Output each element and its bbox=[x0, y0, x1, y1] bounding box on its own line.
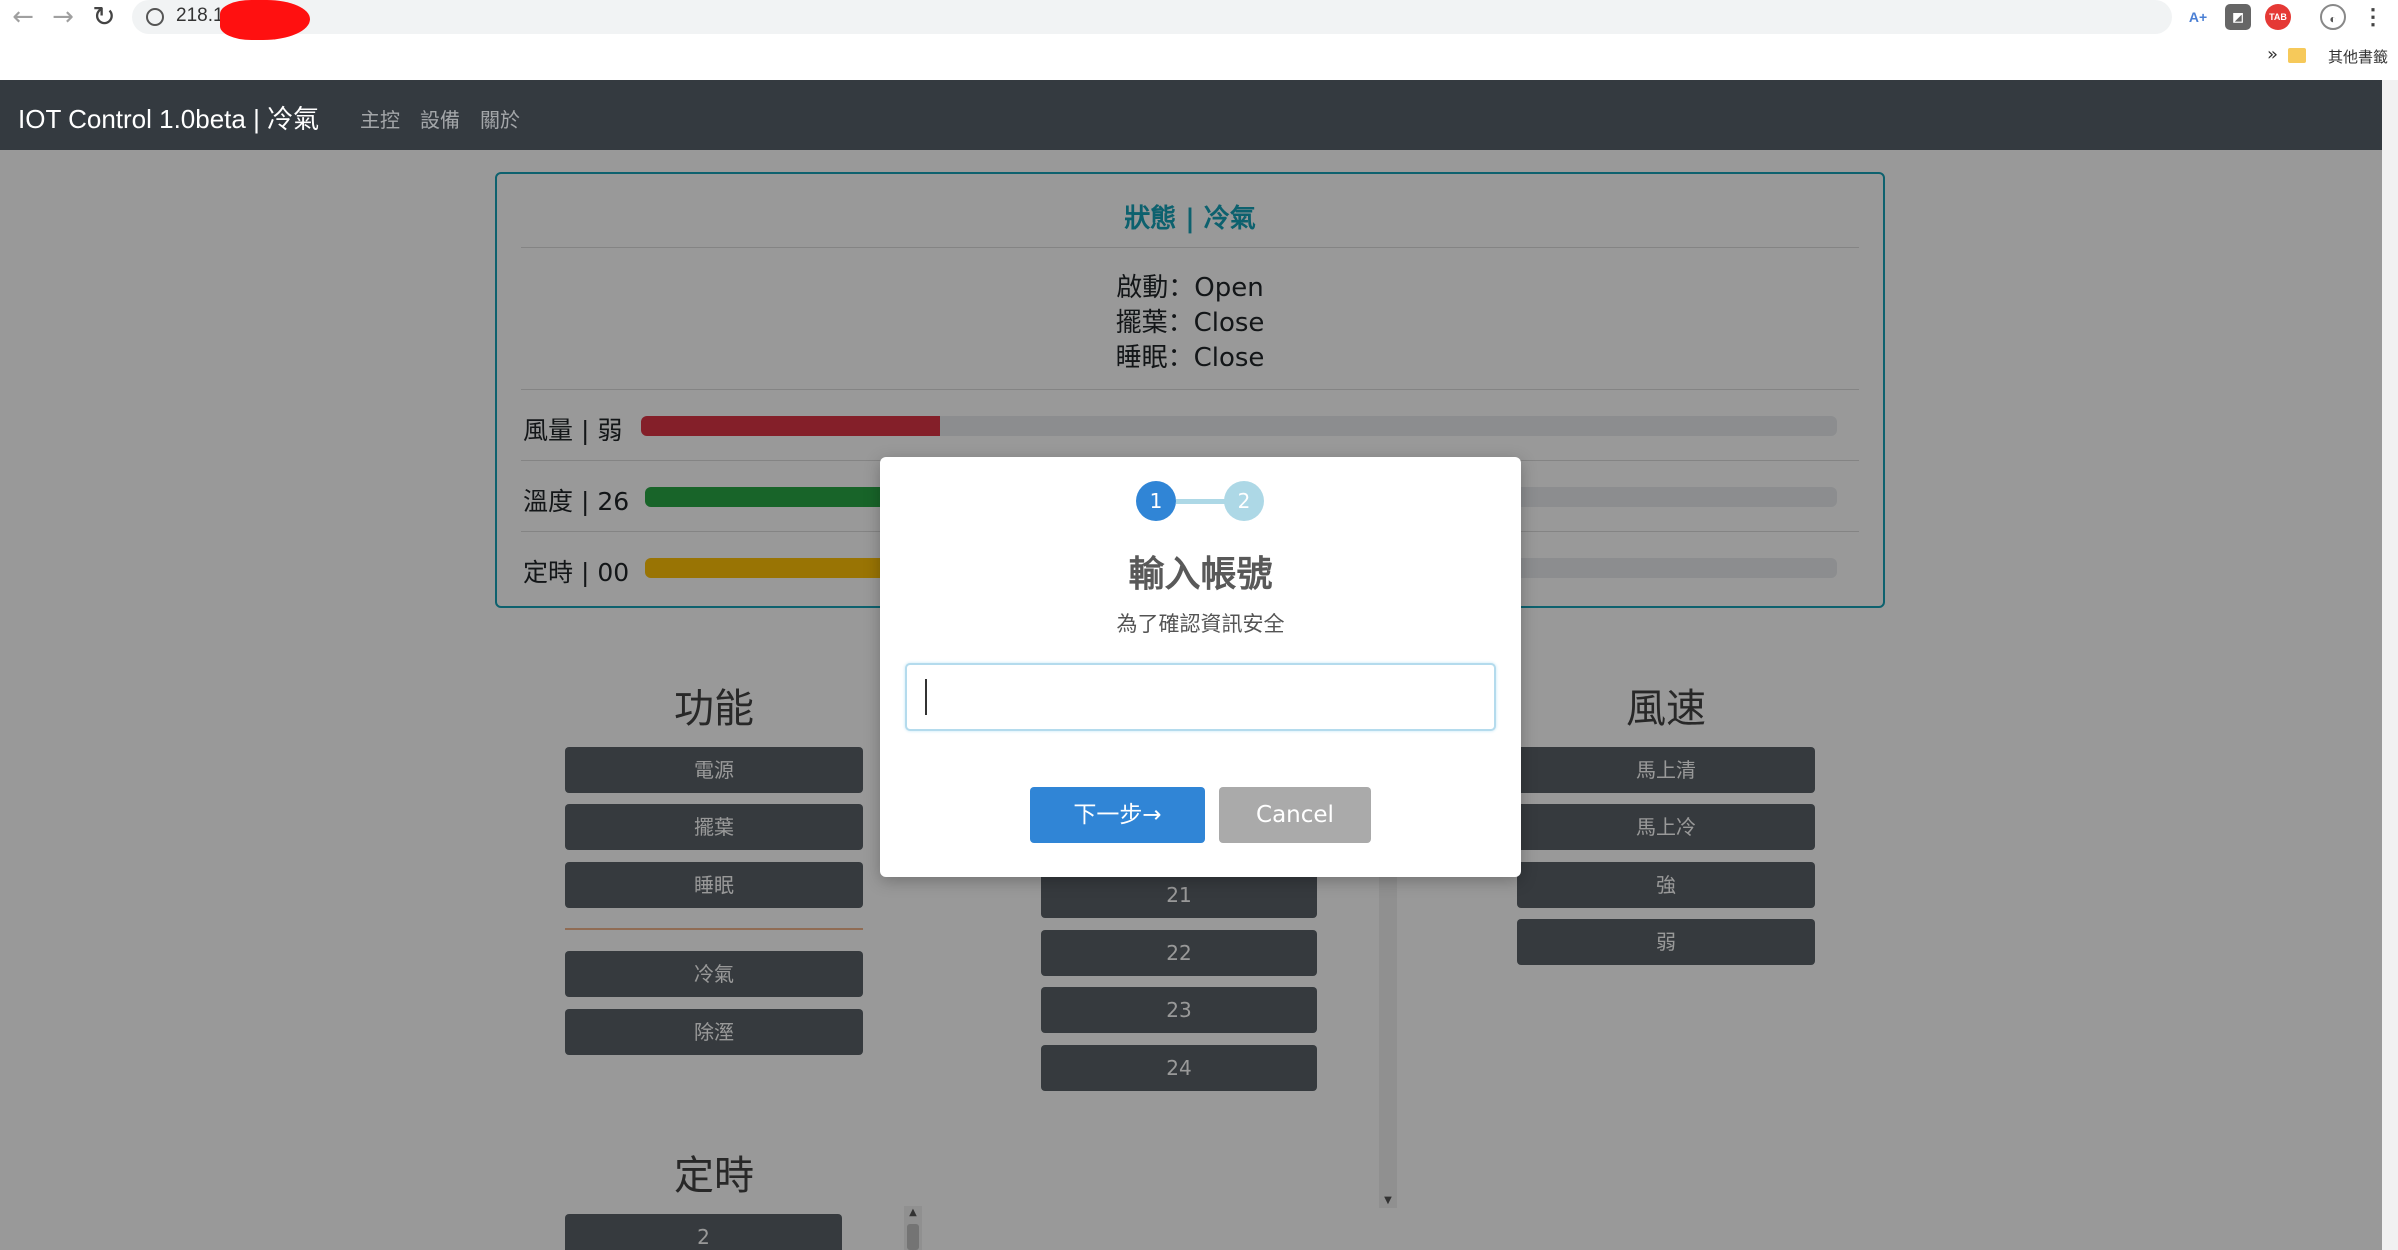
tab-extension-icon[interactable]: TAB bbox=[2265, 4, 2291, 30]
translate-icon[interactable]: A+ bbox=[2185, 4, 2211, 30]
step-2-indicator: 2 bbox=[1224, 481, 1264, 521]
account-modal: 1 2 輸入帳號 為了確認資訊安全 下一步→ Cancel bbox=[880, 457, 1521, 877]
back-icon[interactable]: ← bbox=[8, 2, 38, 32]
menu-icon[interactable]: ⋮ bbox=[2360, 4, 2386, 30]
app-navbar: IOT Control 1.0beta | 冷氣 主控 設備 關於 bbox=[0, 80, 2382, 150]
step-1-indicator: 1 bbox=[1136, 481, 1176, 521]
nav-link-about[interactable]: 關於 bbox=[480, 104, 520, 133]
account-input[interactable] bbox=[905, 663, 1496, 731]
text-caret bbox=[925, 679, 927, 715]
profile-avatar-icon[interactable]: ◐ bbox=[2320, 4, 2346, 30]
nav-link-devices[interactable]: 設備 bbox=[420, 104, 460, 133]
modal-title: 輸入帳號 bbox=[1128, 554, 1273, 595]
modal-subtitle: 為了確認資訊安全 bbox=[1116, 612, 1285, 636]
brand-title[interactable]: IOT Control 1.0beta | 冷氣 bbox=[18, 99, 319, 136]
extension-icon[interactable]: ◩ bbox=[2225, 4, 2251, 30]
bookmark-folder-label[interactable]: 其他書籤 bbox=[2328, 46, 2388, 67]
nav-link-main[interactable]: 主控 bbox=[360, 104, 400, 133]
address-bar[interactable]: 218.17 bbox=[132, 0, 2172, 40]
site-info-icon[interactable] bbox=[146, 8, 164, 26]
browser-toolbar: ← → ↻ 218.17 A+ ◩ TAB ◐ ⋮ » 其他書籤 bbox=[0, 0, 2398, 80]
forward-icon[interactable]: → bbox=[48, 2, 78, 32]
reload-icon[interactable]: ↻ bbox=[89, 2, 119, 32]
page-scrollbar[interactable] bbox=[2382, 80, 2398, 1250]
bookmarks-more-icon[interactable]: » bbox=[2267, 44, 2278, 65]
cancel-button[interactable]: Cancel bbox=[1219, 787, 1371, 843]
folder-icon bbox=[2288, 48, 2306, 63]
next-step-button[interactable]: 下一步→ bbox=[1030, 787, 1205, 843]
redaction-mark bbox=[220, 0, 310, 40]
